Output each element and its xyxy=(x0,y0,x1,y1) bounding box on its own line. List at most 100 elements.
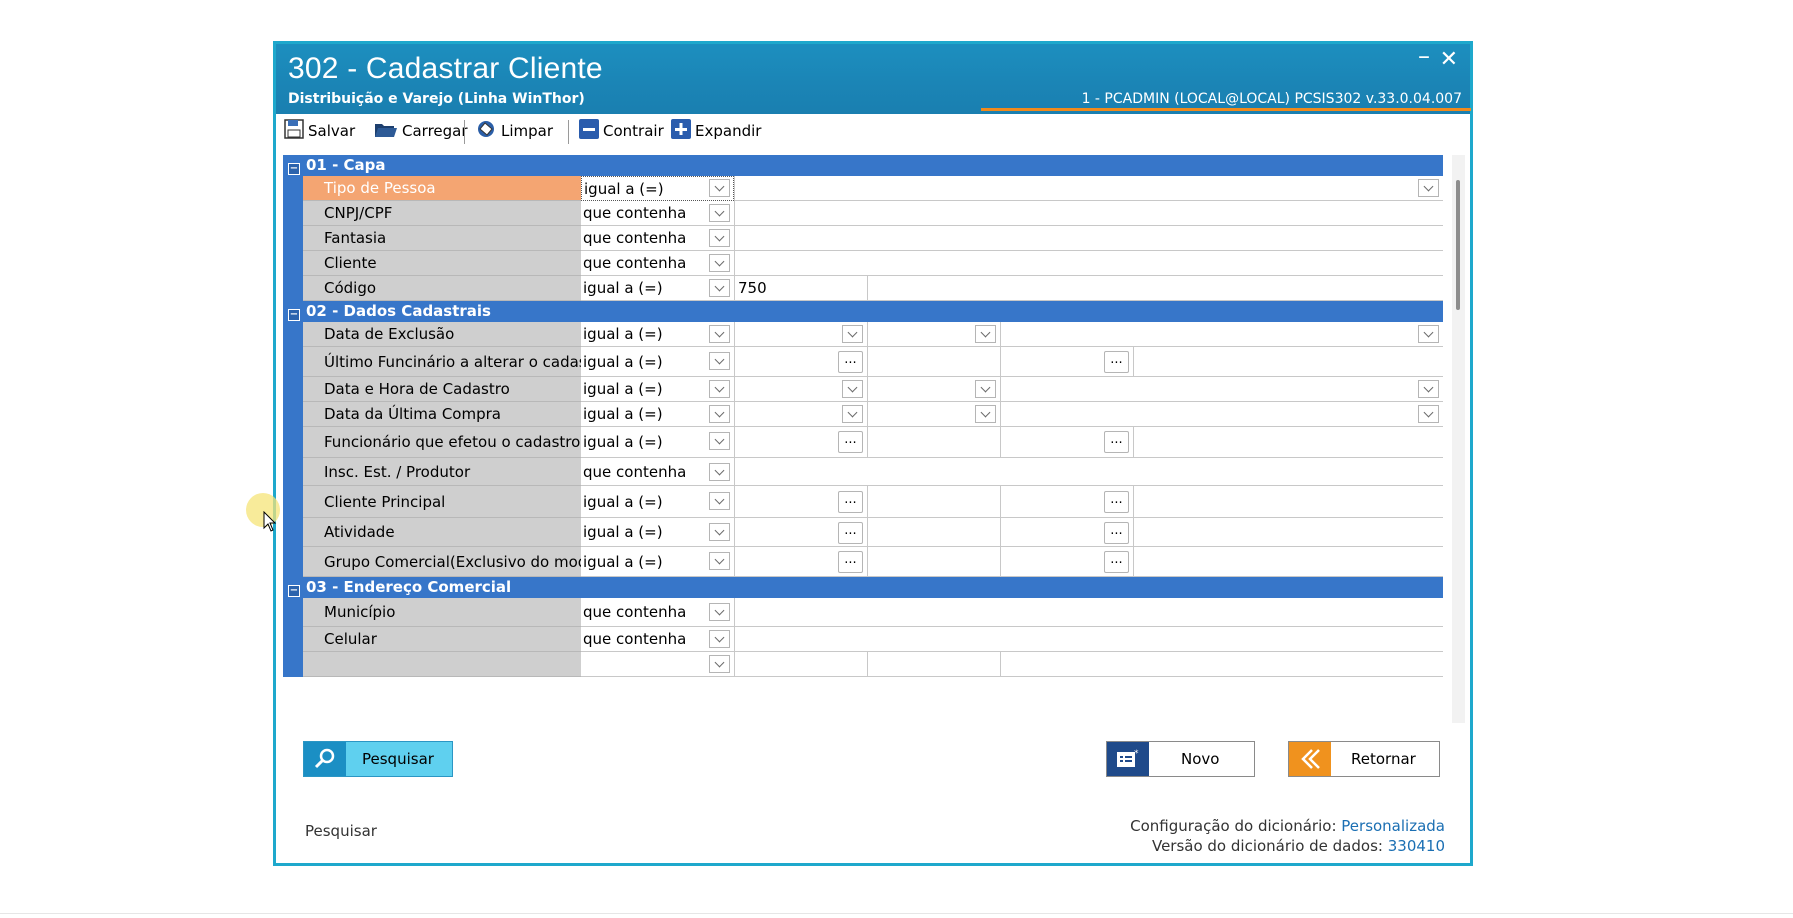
date-from-dropdown-icon[interactable] xyxy=(842,325,863,343)
filter-row-atividade[interactable]: Atividade igual a (=) ... ... xyxy=(283,518,1443,547)
minimize-button[interactable]: – xyxy=(1418,44,1430,68)
description-to-field[interactable] xyxy=(1133,486,1443,518)
lookup-ellipsis-button[interactable]: ... xyxy=(1104,431,1129,453)
value-field[interactable] xyxy=(734,176,1443,201)
filter-row-insc-est-produtor[interactable]: Insc. Est. / Produtor que contenha xyxy=(283,458,1443,486)
collapse-toggle-icon[interactable]: − xyxy=(288,163,300,175)
operator-dropdown-icon[interactable] xyxy=(709,523,730,541)
lookup-ellipsis-button[interactable]: ... xyxy=(1104,351,1129,373)
codigo-from-field[interactable]: 750 xyxy=(734,276,867,301)
description-from-field[interactable] xyxy=(867,427,1000,458)
filter-row-tipo-de-pessoa[interactable]: Tipo de Pessoa igual a (=) xyxy=(283,176,1443,201)
group-header-endereco-comercial[interactable]: −03 - Endereço Comercial xyxy=(283,577,1443,598)
code-from-field[interactable] xyxy=(734,652,867,677)
description-from-field[interactable] xyxy=(867,486,1000,518)
filter-row-cliente[interactable]: Cliente que contenha xyxy=(283,251,1443,276)
description-to-field[interactable] xyxy=(1133,347,1443,377)
date-to-dropdown-icon[interactable] xyxy=(1418,325,1439,343)
operator-dropdown-icon[interactable] xyxy=(709,380,730,398)
description-to-field[interactable] xyxy=(1133,427,1443,458)
codigo-to-field[interactable] xyxy=(867,276,1443,301)
time-from-dropdown-icon[interactable] xyxy=(975,325,996,343)
lookup-ellipsis-button[interactable]: ... xyxy=(838,522,863,544)
code-to-field[interactable] xyxy=(1000,652,1443,677)
scrollbar-thumb[interactable] xyxy=(1456,180,1460,310)
value-field[interactable] xyxy=(734,458,1443,486)
date-from-dropdown-icon[interactable] xyxy=(842,405,863,423)
description-to-field[interactable] xyxy=(1133,547,1443,577)
description-from-field[interactable] xyxy=(867,347,1000,377)
filter-row-fantasia[interactable]: Fantasia que contenha xyxy=(283,226,1443,251)
value-field[interactable] xyxy=(734,251,1443,276)
filter-row-cliente-principal[interactable]: Cliente Principal igual a (=) ... ... xyxy=(283,486,1443,518)
lookup-ellipsis-button[interactable]: ... xyxy=(838,491,863,513)
value-field[interactable] xyxy=(734,201,1443,226)
collapse-toggle-icon[interactable]: − xyxy=(288,309,300,321)
lookup-ellipsis-button[interactable]: ... xyxy=(838,351,863,373)
date-to-field[interactable] xyxy=(1000,402,1443,427)
lookup-ellipsis-button[interactable]: ... xyxy=(838,551,863,573)
operator-dropdown-icon[interactable] xyxy=(709,492,730,510)
row-indicator xyxy=(283,518,303,547)
description-from-field[interactable] xyxy=(867,652,1000,677)
group-header-capa[interactable]: −01 - Capa xyxy=(283,155,1443,176)
filter-row-funcionario-cadastro[interactable]: Funcionário que efetou o cadastro igual … xyxy=(283,427,1443,458)
lookup-ellipsis-button[interactable]: ... xyxy=(1104,491,1129,513)
filter-row-ultimo-funcionario[interactable]: Último Funcinário a alterar o cadastro i… xyxy=(283,347,1443,377)
limpar-button[interactable]: Limpar xyxy=(475,119,553,143)
carregar-button[interactable]: Carregar xyxy=(374,119,468,143)
vertical-scrollbar[interactable] xyxy=(1452,155,1465,723)
lookup-ellipsis-button[interactable]: ... xyxy=(838,431,863,453)
toolbar-separator xyxy=(568,120,569,144)
operator-dropdown-icon[interactable] xyxy=(709,254,730,272)
description-to-field[interactable] xyxy=(1133,518,1443,547)
operator-dropdown-icon[interactable] xyxy=(709,352,730,370)
filter-row-partial[interactable] xyxy=(283,652,1443,677)
operator-dropdown-icon[interactable] xyxy=(709,552,730,570)
filter-row-celular[interactable]: Celular que contenha xyxy=(283,627,1443,652)
retornar-button[interactable]: Retornar xyxy=(1288,741,1440,777)
operator-dropdown-icon[interactable] xyxy=(709,325,730,343)
operator-dropdown-icon[interactable] xyxy=(709,279,730,297)
value-field[interactable] xyxy=(734,598,1443,627)
time-from-dropdown-icon[interactable] xyxy=(975,405,996,423)
filter-row-data-ultima-compra[interactable]: Data da Última Compra igual a (=) xyxy=(283,402,1443,427)
date-to-field[interactable] xyxy=(1000,377,1443,402)
filter-row-municipio[interactable]: Município que contenha xyxy=(283,598,1443,627)
value-dropdown-icon[interactable] xyxy=(1418,179,1439,197)
lookup-ellipsis-button[interactable]: ... xyxy=(1104,551,1129,573)
expandir-button[interactable]: Expandir xyxy=(671,119,761,143)
filter-row-grupo-comercial[interactable]: Grupo Comercial(Exclusivo do modulo igua… xyxy=(283,547,1443,577)
value-field[interactable] xyxy=(734,627,1443,652)
operator-dropdown-icon[interactable] xyxy=(709,463,730,481)
group-header-dados-cadastrais[interactable]: −02 - Dados Cadastrais xyxy=(283,301,1443,322)
operator-dropdown-icon[interactable] xyxy=(709,655,730,673)
lookup-ellipsis-button[interactable]: ... xyxy=(1104,522,1129,544)
pesquisar-button[interactable]: Pesquisar xyxy=(303,741,453,777)
novo-button[interactable]: * Novo xyxy=(1106,741,1255,777)
operator-dropdown-icon[interactable] xyxy=(709,603,730,621)
date-to-dropdown-icon[interactable] xyxy=(1418,380,1439,398)
operator-dropdown-icon[interactable] xyxy=(709,179,730,197)
contrair-button[interactable]: Contrair xyxy=(579,119,664,143)
time-from-dropdown-icon[interactable] xyxy=(975,380,996,398)
operator-dropdown-icon[interactable] xyxy=(709,630,730,648)
description-from-field[interactable] xyxy=(867,518,1000,547)
filter-row-cnpj-cpf[interactable]: CNPJ/CPF que contenha xyxy=(283,201,1443,226)
operator-dropdown-icon[interactable] xyxy=(709,432,730,450)
description-from-field[interactable] xyxy=(867,547,1000,577)
date-to-dropdown-icon[interactable] xyxy=(1418,405,1439,423)
date-from-dropdown-icon[interactable] xyxy=(842,380,863,398)
operator-dropdown-icon[interactable] xyxy=(709,204,730,222)
collapse-toggle-icon[interactable]: − xyxy=(288,585,300,597)
salvar-button[interactable]: Salvar xyxy=(284,119,355,143)
filter-row-data-hora-cadastro[interactable]: Data e Hora de Cadastro igual a (=) xyxy=(283,377,1443,402)
operator-dropdown-icon[interactable] xyxy=(709,229,730,247)
value-field[interactable] xyxy=(734,226,1443,251)
filter-row-data-de-exclusao[interactable]: Data de Exclusão igual a (=) xyxy=(283,322,1443,347)
close-button[interactable]: ✕ xyxy=(1440,48,1458,72)
operator-value: que contenha xyxy=(583,254,687,272)
filter-row-codigo[interactable]: Código igual a (=) 750 xyxy=(283,276,1443,301)
date-to-field[interactable] xyxy=(1000,322,1443,347)
operator-dropdown-icon[interactable] xyxy=(709,405,730,423)
